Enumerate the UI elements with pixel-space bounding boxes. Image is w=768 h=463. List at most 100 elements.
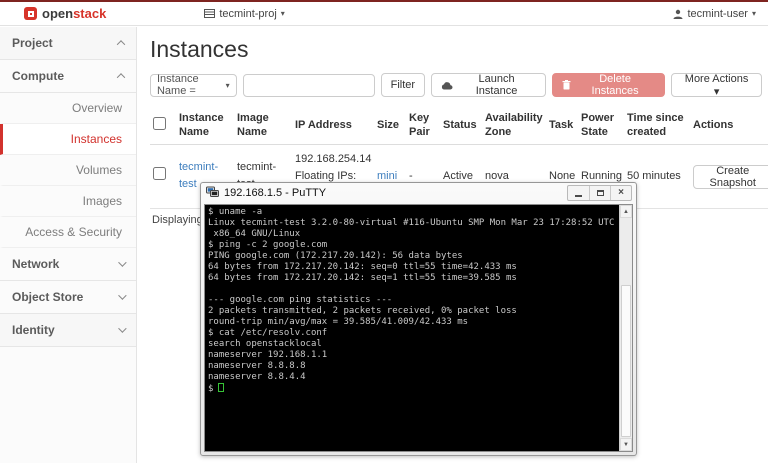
scrollbar-thumb[interactable] xyxy=(621,285,631,437)
col-task: Task xyxy=(546,107,578,145)
brand-text-open: open xyxy=(42,6,74,21)
chevron-up-icon xyxy=(116,73,126,82)
terminal-line: $ uname -a xyxy=(208,207,263,217)
delete-instances-button[interactable]: Delete Instances xyxy=(552,73,666,97)
terminal-line: 64 bytes from 172.217.20.142: seq=0 ttl=… xyxy=(208,262,517,272)
size-link[interactable]: mini xyxy=(377,170,397,182)
scroll-up-arrow-icon[interactable]: ▲ xyxy=(620,205,632,218)
table-controls: Instance Name = ▾ Filter Launch Instance… xyxy=(149,73,762,98)
col-ip-address: IP Address xyxy=(292,107,374,145)
sidebar-item-instances[interactable]: Instances xyxy=(0,124,136,155)
maximize-icon xyxy=(596,190,604,196)
sidebar-item-overview[interactable]: Overview xyxy=(0,93,136,124)
sidebar-section-compute[interactable]: Compute xyxy=(0,60,136,93)
terminal-line: x86_64 GNU/Linux xyxy=(208,229,301,239)
sidebar-item-volumes[interactable]: Volumes xyxy=(0,155,136,186)
chevron-down-icon xyxy=(118,258,127,267)
col-availability-zone: Availability Zone xyxy=(482,107,546,145)
maximize-button[interactable] xyxy=(589,186,610,200)
sidebar-section-identity-label: Identity xyxy=(12,323,55,337)
terminal-cursor xyxy=(218,383,225,392)
col-time-since-created: Time since created xyxy=(624,107,690,145)
row-checkbox[interactable] xyxy=(153,166,166,180)
filter-field-selected: Instance Name = xyxy=(156,73,199,97)
create-snapshot-button[interactable]: Create Snapshot xyxy=(693,165,768,190)
filter-input[interactable] xyxy=(242,73,375,97)
minimize-icon xyxy=(575,194,582,197)
terminal-line: $ cat /etc/resolv.conf xyxy=(208,328,328,338)
chevron-up-icon xyxy=(116,40,126,49)
chevron-down-icon xyxy=(118,324,127,333)
terminal-line: nameserver 8.8.4.4 xyxy=(208,372,306,382)
sidebar-section-object-store[interactable]: Object Store xyxy=(0,281,136,314)
row-actions: Create Snapshot ▾ xyxy=(693,165,768,190)
terminal-line: 64 bytes from 172.217.20.142: seq=1 ttl=… xyxy=(208,273,517,283)
ip-fixed: 192.168.254.14 xyxy=(295,152,372,165)
col-key-pair: Key Pair xyxy=(406,107,440,145)
chevron-down-icon: ▾ xyxy=(225,80,230,90)
putty-window[interactable]: 192.168.1.5 - PuTTY × $ uname -a Linux t… xyxy=(200,182,637,456)
delete-instances-label: Delete Instances xyxy=(591,73,639,97)
sidebar-section-project-label: Project xyxy=(12,36,53,50)
sidebar-section-identity[interactable]: Identity xyxy=(0,314,136,347)
window-controls: × xyxy=(567,185,632,201)
terminal-prompt-line: $ xyxy=(208,383,619,395)
brand-text-stack: stack xyxy=(73,6,107,21)
putty-window-title: 192.168.1.5 - PuTTY xyxy=(224,187,327,199)
terminal-line: --- google.com ping statistics --- xyxy=(208,295,393,305)
terminal-line: Linux tecmint-test 3.2.0-80-virtual #116… xyxy=(208,218,619,228)
filter-button[interactable]: Filter xyxy=(380,73,426,97)
terminal-line: nameserver 192.168.1.1 xyxy=(208,350,328,360)
close-button[interactable]: × xyxy=(610,186,631,200)
terminal-line: PING google.com (172.217.20.142): 56 dat… xyxy=(208,251,463,261)
minimize-button[interactable] xyxy=(568,186,589,200)
col-instance-name: Instance Name xyxy=(176,107,234,145)
openstack-logo[interactable]: openstack xyxy=(24,6,106,21)
close-icon: × xyxy=(618,187,624,198)
putty-app-icon xyxy=(206,186,219,201)
sidebar-section-compute-label: Compute xyxy=(12,69,64,83)
col-status: Status xyxy=(440,107,482,145)
chevron-down-icon: ▾ xyxy=(751,9,756,18)
terminal-line: $ ping -c 2 google.com xyxy=(208,240,328,250)
table-header-row: Instance Name Image Name IP Address Size… xyxy=(150,107,768,145)
sidebar-section-object-store-label: Object Store xyxy=(12,290,84,304)
terminal-line: 2 packets transmitted, 2 packets receive… xyxy=(208,306,517,316)
col-image-name: Image Name xyxy=(234,107,292,145)
launch-instance-label: Launch Instance xyxy=(475,73,518,97)
terminal-prompt: $ xyxy=(208,384,214,394)
sidebar-section-network[interactable]: Network xyxy=(0,248,136,281)
putty-titlebar[interactable]: 192.168.1.5 - PuTTY × xyxy=(201,183,636,203)
filter-field-select[interactable]: Instance Name = ▾ xyxy=(149,73,237,97)
col-size: Size xyxy=(374,107,406,145)
sidebar-item-images[interactable]: Images xyxy=(0,186,136,217)
launch-instance-button[interactable]: Launch Instance xyxy=(431,73,546,97)
top-navbar: openstack tecmint-proj ▾ tecmint-user ▾ xyxy=(0,2,768,26)
putty-terminal-area[interactable]: $ uname -a Linux tecmint-test 3.2.0-80-v… xyxy=(204,204,633,452)
project-icon xyxy=(204,9,216,18)
terminal-output[interactable]: $ uname -a Linux tecmint-test 3.2.0-80-v… xyxy=(205,205,619,451)
chevron-down-icon xyxy=(118,291,127,300)
col-actions: Actions xyxy=(690,107,768,145)
col-power-state: Power State xyxy=(578,107,624,145)
sidebar-item-access-security[interactable]: Access & Security xyxy=(0,217,136,248)
user-menu-label: tecmint-user xyxy=(687,7,748,20)
more-actions-button[interactable]: More Actions ▾ xyxy=(671,73,762,98)
user-menu[interactable]: tecmint-user ▾ xyxy=(673,8,756,20)
sidebar-section-project[interactable]: Project xyxy=(0,27,136,60)
project-selector[interactable]: tecmint-proj ▾ xyxy=(204,7,285,20)
chevron-down-icon: ▾ xyxy=(280,9,285,18)
trash-icon xyxy=(562,80,571,90)
openstack-logo-icon xyxy=(24,7,37,20)
terminal-line: search openstacklocal xyxy=(208,339,322,349)
terminal-line: nameserver 8.8.8.8 xyxy=(208,361,306,371)
sidebar-section-network-label: Network xyxy=(12,257,60,271)
terminal-scrollbar[interactable]: ▲ ▼ xyxy=(619,205,632,451)
project-selector-label: tecmint-proj xyxy=(219,7,277,20)
terminal-line: round-trip min/avg/max = 39.585/41.009/4… xyxy=(208,317,469,327)
user-icon xyxy=(673,9,683,19)
page-title: Instances xyxy=(150,36,249,62)
scroll-down-arrow-icon[interactable]: ▼ xyxy=(620,438,632,451)
select-all-checkbox[interactable] xyxy=(153,116,166,130)
